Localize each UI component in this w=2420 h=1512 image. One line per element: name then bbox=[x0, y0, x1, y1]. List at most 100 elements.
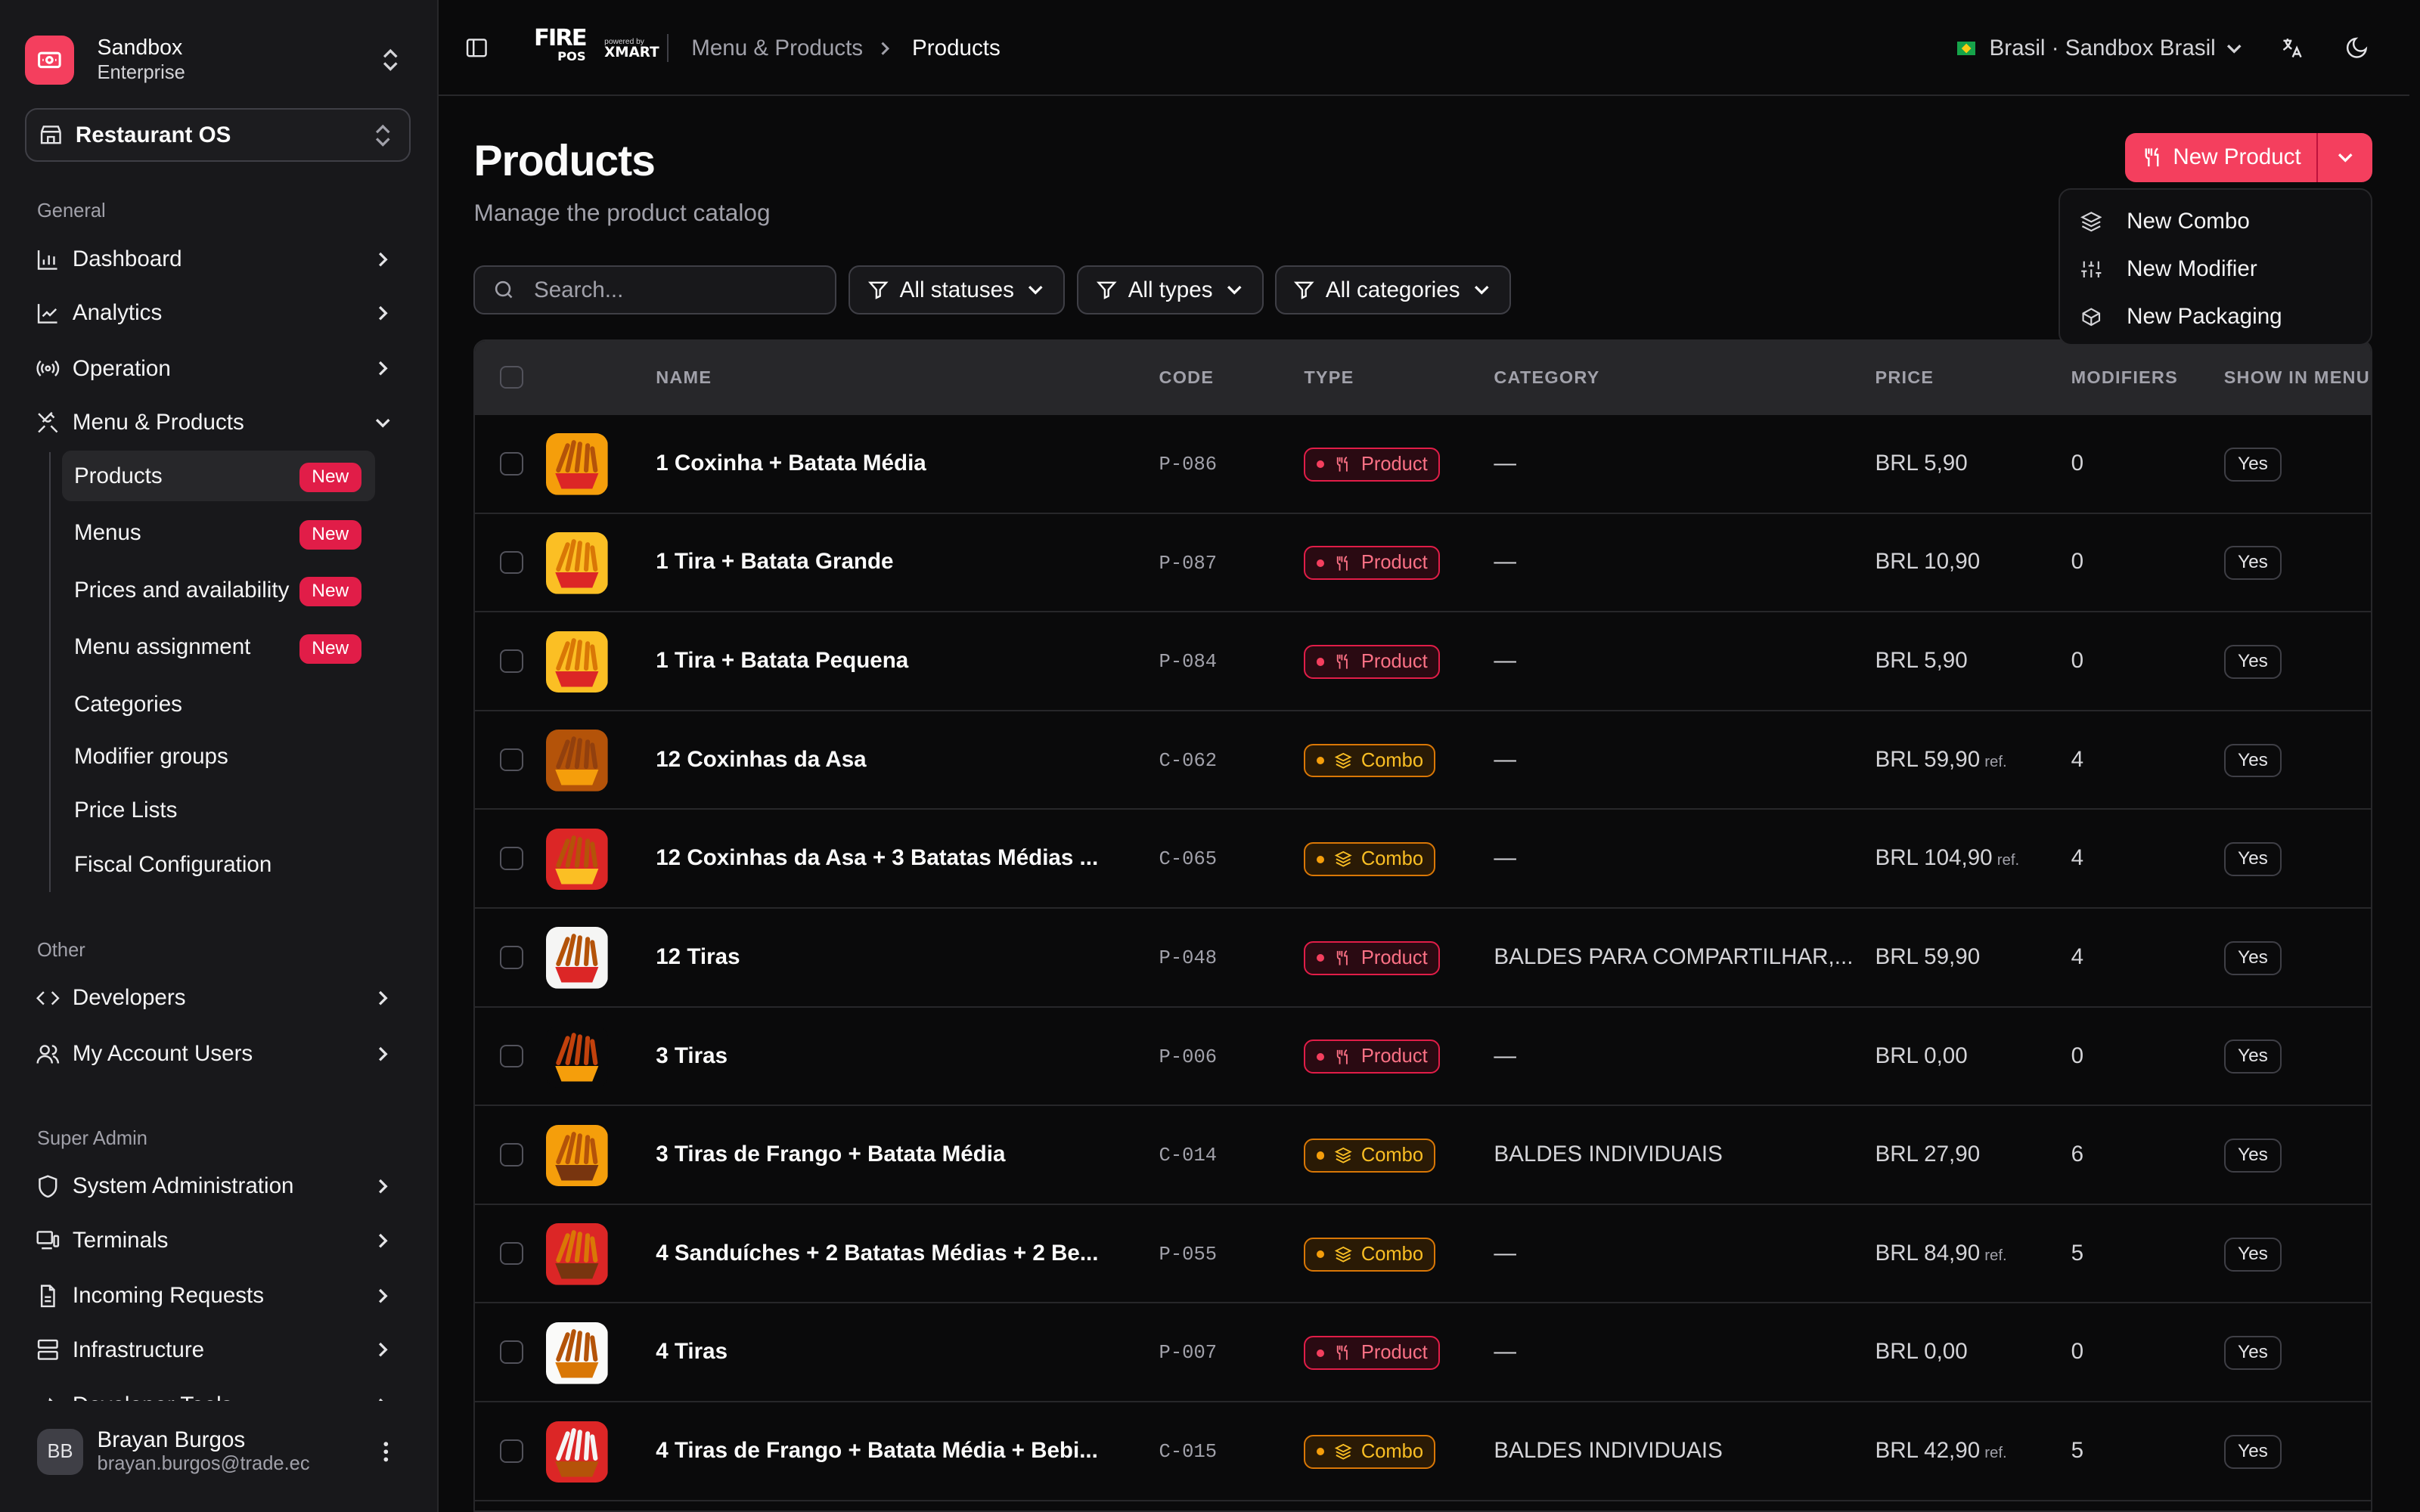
search-input[interactable] bbox=[534, 277, 812, 303]
sidebar-item-dashboard[interactable]: Dashboard bbox=[25, 236, 411, 282]
product-category: BALDES INDIVIDUAIS bbox=[1494, 1142, 1723, 1167]
org-selector[interactable]: Restaurant OS bbox=[24, 107, 411, 163]
sidebar-item-developer-tools[interactable]: Developer Tools bbox=[25, 1383, 411, 1402]
table-row[interactable]: 3 Tiras P-006 Product — BRL 0,00 0 Yes bbox=[475, 1008, 2371, 1107]
sidebar-subitem-modifier-groups[interactable]: Modifier groups bbox=[62, 731, 375, 782]
sidebar-subitem-prices-availability[interactable]: Prices and availability New bbox=[62, 565, 375, 615]
row-checkbox[interactable] bbox=[500, 649, 523, 673]
product-name[interactable]: 4 Tiras bbox=[656, 1339, 728, 1365]
sidebar-item-developers[interactable]: Developers bbox=[25, 975, 411, 1021]
brand-xmart: XMART bbox=[604, 45, 659, 61]
row-checkbox[interactable] bbox=[500, 1241, 523, 1266]
product-image bbox=[546, 1321, 608, 1384]
sidebar-item-menu-products[interactable]: Menu & Products bbox=[25, 400, 411, 446]
column-header-code[interactable]: CODE bbox=[1159, 367, 1215, 388]
row-checkbox[interactable] bbox=[500, 1143, 523, 1167]
sidebar-subitem-price-lists[interactable]: Price Lists bbox=[62, 785, 375, 836]
country-selector[interactable]: Brasil · Sandbox Brasil bbox=[1956, 36, 2244, 61]
table-row[interactable]: 12 Tiras P-048 Product BALDES PARA COMPARTI… bbox=[475, 909, 2371, 1008]
column-header-name[interactable]: NAME bbox=[656, 367, 712, 388]
product-name[interactable]: 12 Coxinhas da Asa bbox=[656, 747, 866, 773]
shield-icon bbox=[39, 1175, 57, 1198]
status-filter[interactable]: All statuses bbox=[849, 265, 1066, 315]
new-options-toggle[interactable] bbox=[2316, 132, 2372, 182]
sidebar-item-label: System Administration bbox=[72, 1173, 294, 1199]
table-row[interactable]: 1 Tira + Batata Pequena P-084 Product — BRL … bbox=[475, 612, 2371, 711]
moon-icon[interactable] bbox=[2344, 36, 2369, 60]
chevron-right-icon bbox=[378, 1179, 388, 1194]
category-filter[interactable]: All categories bbox=[1274, 265, 1511, 315]
sidebar-subitem-menus[interactable]: Menus New bbox=[62, 507, 375, 558]
more-vertical-icon[interactable] bbox=[374, 1439, 399, 1464]
row-checkbox[interactable] bbox=[500, 748, 523, 772]
product-name[interactable]: 4 Sanduíches + 2 Batatas Médias + 2 Be..… bbox=[656, 1241, 1098, 1266]
sidebar-item-operation[interactable]: Operation bbox=[25, 345, 411, 392]
new-product-button[interactable]: New Product bbox=[2125, 133, 2316, 182]
row-checkbox[interactable] bbox=[500, 1340, 523, 1364]
table-row[interactable]: 12 Coxinhas da Asa + 3 Batatas Médias ..… bbox=[475, 810, 2371, 909]
product-name[interactable]: 1 Tira + Batata Pequena bbox=[656, 648, 908, 674]
menu-item-new-packaging[interactable]: New Packaging bbox=[2060, 293, 2370, 341]
chevrons-up-down-icon bbox=[375, 124, 390, 147]
column-header-modifiers[interactable]: MODIFIERS bbox=[2071, 367, 2178, 388]
product-name[interactable]: 4 Tiras de Frango + Batata Média + Bebi.… bbox=[656, 1438, 1098, 1464]
sidebar-item-analytics[interactable]: Analytics bbox=[25, 290, 411, 336]
table-row[interactable]: 4 Tiras P-007 Product — BRL 0,00 0 Yes bbox=[475, 1303, 2371, 1403]
column-header-price[interactable]: PRICE bbox=[1875, 367, 1934, 388]
product-name[interactable]: 3 Tiras bbox=[656, 1043, 728, 1069]
user-profile[interactable]: BB Brayan Burgos brayan.burgos@trade.ec bbox=[25, 1416, 411, 1487]
product-name[interactable]: 1 Tira + Batata Grande bbox=[656, 549, 893, 575]
row-checkbox[interactable] bbox=[500, 847, 523, 870]
section-label-super-admin: Super Admin bbox=[36, 1127, 147, 1149]
sidebar-item-terminals[interactable]: Terminals bbox=[25, 1217, 411, 1263]
table-row[interactable]: 1 Coxinha + Batata Média P-086 Product — BRL… bbox=[475, 415, 2371, 514]
sidebar-subitem-products[interactable]: Products New bbox=[61, 450, 375, 502]
sidebar-toggle-icon[interactable] bbox=[464, 36, 489, 60]
row-checkbox[interactable] bbox=[500, 451, 523, 476]
workspace-switcher[interactable]: Sandbox Enterprise bbox=[24, 28, 411, 93]
row-checkbox[interactable] bbox=[500, 945, 523, 969]
section-label-general: General bbox=[36, 200, 106, 222]
type-label: Product bbox=[1360, 453, 1428, 475]
divider bbox=[666, 33, 669, 62]
sidebar-subitem-menu-assignment[interactable]: Menu assignment New bbox=[62, 621, 375, 672]
code-icon bbox=[36, 991, 60, 1005]
product-name[interactable]: 12 Tiras bbox=[656, 944, 740, 970]
select-all-checkbox[interactable] bbox=[500, 365, 523, 389]
product-name[interactable]: 3 Tiras de Frango + Batata Média bbox=[656, 1142, 1005, 1167]
translate-icon[interactable] bbox=[2279, 36, 2304, 60]
product-name[interactable]: 12 Coxinhas da Asa + 3 Batatas Médias ..… bbox=[656, 845, 1098, 871]
show-in-menu-badge: Yes bbox=[2223, 940, 2282, 975]
table-row[interactable]: 3 Tiras de Frango + Batata Média C-014 Com… bbox=[475, 1106, 2371, 1205]
table-row[interactable]: 4 Sanduíches + 2 Batatas Médias + 2 Be..… bbox=[475, 1205, 2371, 1304]
price-value: BRL 0,00 bbox=[1875, 1339, 1968, 1365]
menu-item-new-modifier[interactable]: New Modifier bbox=[2060, 245, 2370, 293]
table-row[interactable]: 12 Coxinhas da Asa C-062 Combo — BRL 59,90 re… bbox=[475, 711, 2371, 810]
utensils-crossed-icon bbox=[38, 411, 58, 433]
filter-icon bbox=[867, 281, 889, 300]
row-checkbox[interactable] bbox=[500, 1439, 523, 1463]
column-header-type[interactable]: TYPE bbox=[1304, 367, 1354, 388]
product-name[interactable]: 1 Coxinha + Batata Média bbox=[656, 451, 926, 476]
sidebar-item-infrastructure[interactable]: Infrastructure bbox=[25, 1327, 411, 1373]
product-price: BRL 10,90 bbox=[1875, 549, 1980, 575]
sidebar-subitem-categories[interactable]: Categories bbox=[62, 679, 375, 730]
chevron-right-icon bbox=[378, 1398, 383, 1402]
menu-item-new-combo[interactable]: New Combo bbox=[2060, 197, 2370, 245]
brand-logo: FIRE POS powered by XMART bbox=[534, 26, 659, 68]
product-price: BRL 5,90 bbox=[1875, 648, 1967, 674]
sidebar-item-system-administration[interactable]: System Administration bbox=[25, 1163, 411, 1210]
column-header-show-in-menu[interactable]: SHOW IN MENU bbox=[2224, 367, 2370, 388]
breadcrumb-menu-products[interactable]: Menu & Products bbox=[691, 36, 863, 61]
sidebar-item-incoming-requests[interactable]: Incoming Requests bbox=[25, 1273, 411, 1319]
column-header-category[interactable]: CATEGORY bbox=[1494, 367, 1599, 388]
sidebar-subitem-label: Menu assignment bbox=[73, 634, 251, 660]
row-checkbox[interactable] bbox=[500, 1044, 523, 1068]
sidebar-subitem-fiscal-configuration[interactable]: Fiscal Configuration bbox=[62, 839, 375, 890]
table-row[interactable]: 1 Tira + Batata Grande P-087 Product — BRL 1… bbox=[475, 514, 2371, 613]
row-checkbox[interactable] bbox=[500, 550, 523, 575]
table-row[interactable]: 4 Tiras de Frango + Batata Média + Bebi.… bbox=[475, 1402, 2371, 1501]
sidebar-item-my-account-users[interactable]: My Account Users bbox=[25, 1030, 411, 1077]
product-image bbox=[546, 1421, 608, 1483]
type-filter[interactable]: All types bbox=[1077, 265, 1264, 315]
